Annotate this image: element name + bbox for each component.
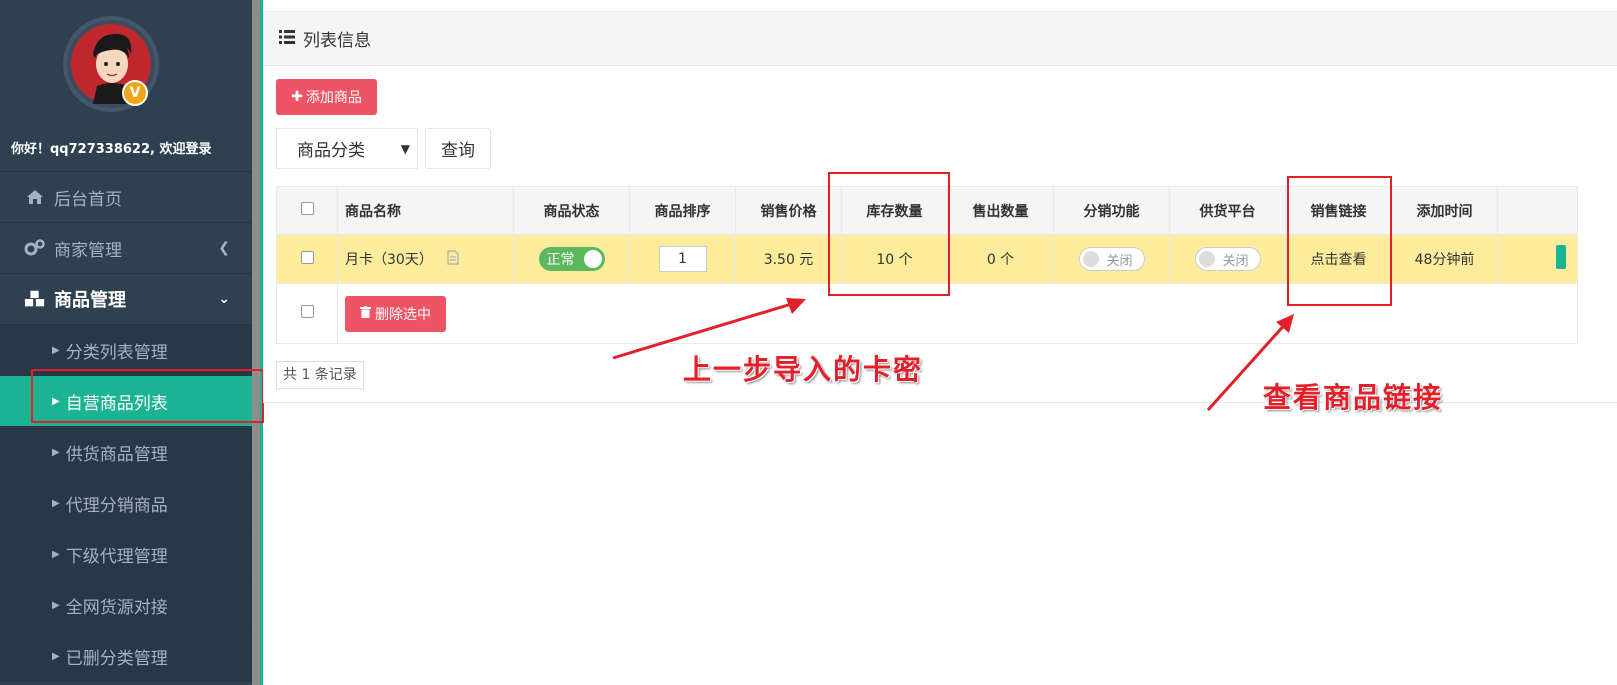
annotation-stock-note: 上一步导入的卡密 (683, 353, 924, 386)
annotation-link-note: 查看商品链接 (1263, 381, 1444, 414)
annotation-arrows (612, 298, 1294, 412)
